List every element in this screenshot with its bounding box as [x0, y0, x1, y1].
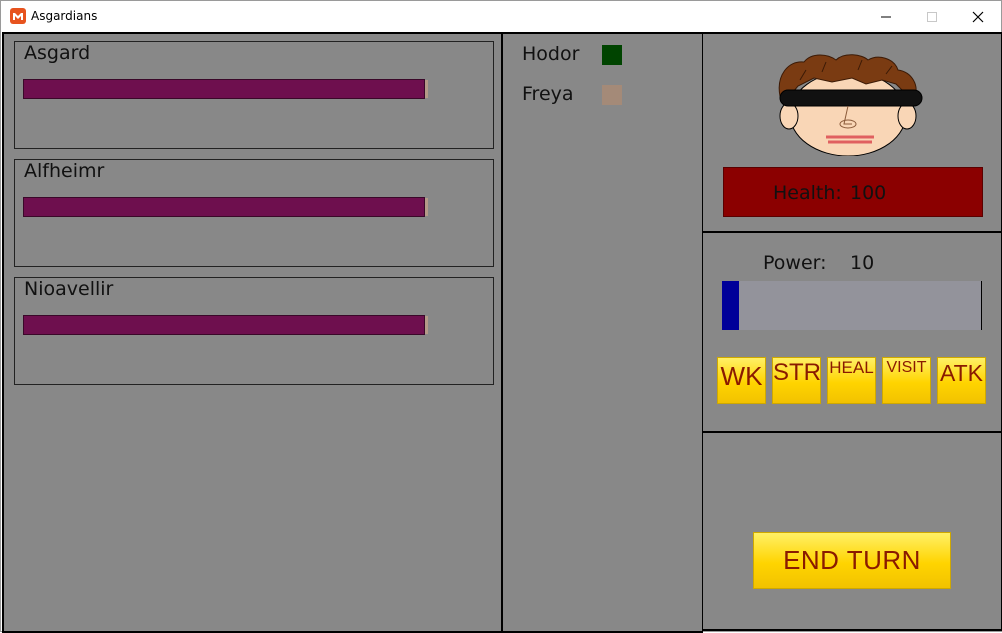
realm-card-asgard[interactable]: Asgard [14, 41, 494, 149]
member-color-swatch [602, 85, 622, 105]
health-value: 100 [850, 182, 887, 204]
wk-button-label: WK [720, 361, 763, 391]
power-panel: Power: 10 WK STR HEAL VISIT ATK [702, 231, 1002, 431]
power-bar-fill [722, 281, 739, 330]
maximize-button[interactable] [909, 1, 955, 31]
character-portrait [778, 54, 923, 156]
minimize-icon [881, 16, 891, 18]
heal-button-label: HEAL [829, 358, 874, 377]
realms-panel: Asgard Alfheimr Nioavellir [2, 32, 503, 633]
heal-button[interactable]: HEAL [827, 357, 876, 404]
monogame-logo-icon [10, 8, 26, 24]
realm-card-alfheimr[interactable]: Alfheimr [14, 159, 494, 267]
member-name: Freya [522, 83, 574, 105]
close-icon [972, 11, 984, 23]
power-bar [722, 281, 982, 330]
minimize-button[interactable] [863, 1, 909, 31]
visit-button-label: VISIT [886, 359, 927, 376]
close-button[interactable] [955, 1, 1001, 31]
realm-progress-bar [23, 197, 428, 217]
members-panel: Hodor Freya [501, 32, 703, 633]
atk-button-label: ATK [939, 360, 984, 386]
realm-progress-bar [23, 315, 428, 335]
realm-progress-bar [23, 79, 428, 99]
app-window: Asgardians Asgard Alfheimr Nioavellir Ho… [0, 0, 1002, 633]
window-title: Asgardians [31, 9, 98, 23]
str-button[interactable]: STR [772, 357, 821, 404]
turn-panel: END TURN [702, 431, 1002, 631]
realm-name: Alfheimr [24, 160, 105, 182]
maximize-icon [927, 12, 937, 22]
health-label: Health: [773, 182, 842, 204]
realm-progress-fill [23, 79, 425, 99]
atk-button[interactable]: ATK [937, 357, 986, 404]
realm-progress-fill [23, 197, 425, 217]
realm-progress-fill [23, 315, 425, 335]
health-display: Health: 100 [723, 167, 983, 217]
visit-button[interactable]: VISIT [882, 357, 931, 404]
power-value: 10 [850, 252, 875, 274]
power-label: Power: [763, 252, 827, 274]
wk-button[interactable]: WK [717, 357, 766, 404]
game-canvas: Asgard Alfheimr Nioavellir Hodor Freya H… [2, 32, 1002, 633]
end-turn-button[interactable]: END TURN [753, 532, 951, 589]
title-bar[interactable]: Asgardians [1, 1, 1001, 31]
realm-card-nioavellir[interactable]: Nioavellir [14, 277, 494, 385]
realm-name: Asgard [24, 42, 91, 64]
realm-name: Nioavellir [24, 278, 114, 300]
member-name: Hodor [522, 43, 580, 65]
member-color-swatch [602, 45, 622, 65]
str-button-label: STR [773, 359, 821, 386]
character-panel: Health: 100 [702, 32, 1002, 233]
